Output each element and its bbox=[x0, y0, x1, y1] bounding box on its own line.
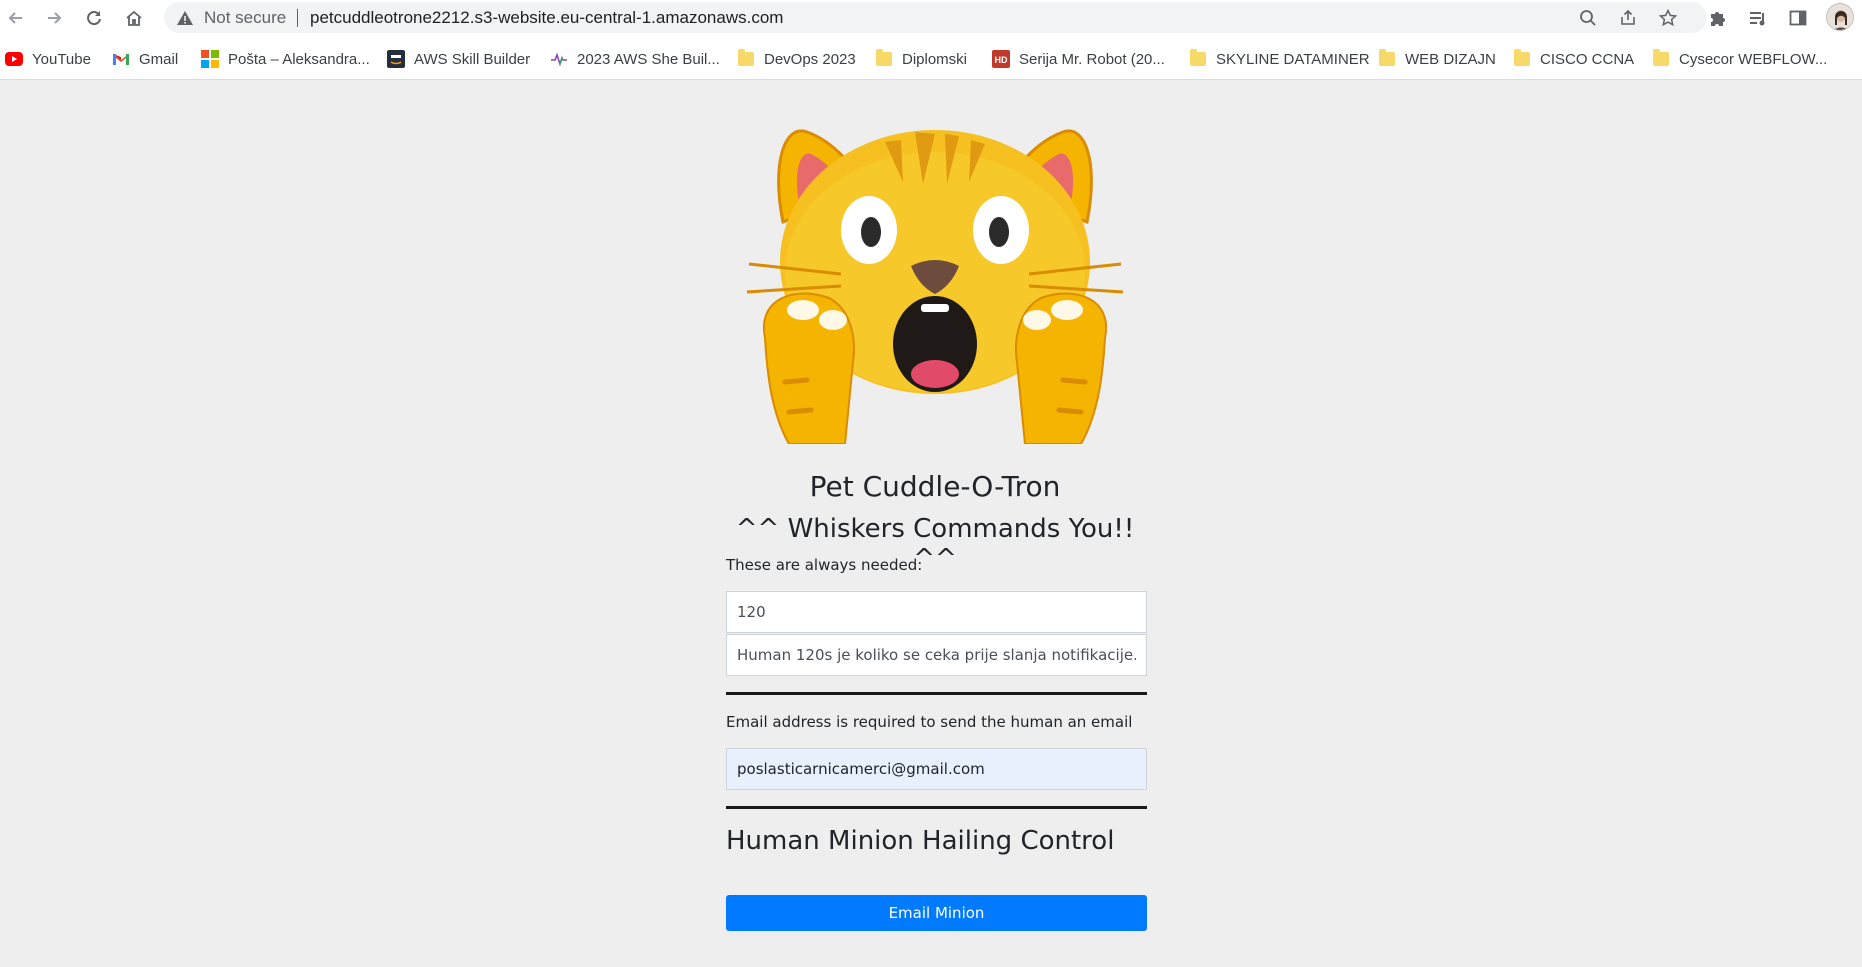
always-needed-label: These are always needed: bbox=[726, 556, 923, 574]
gmail-icon bbox=[112, 50, 130, 68]
divider bbox=[726, 692, 1147, 695]
puzzle-icon bbox=[1711, 12, 1725, 26]
bookmarks-bar: YouTube Gmail Pošta – Aleksandra... AWS … bbox=[0, 36, 1862, 80]
folder-icon bbox=[1513, 49, 1531, 68]
email-required-label: Email address is required to send the hu… bbox=[726, 713, 1133, 731]
bookmark-aws-skill-builder[interactable]: AWS Skill Builder bbox=[387, 48, 530, 70]
bookmark-skyline-dataminer[interactable]: SKYLINE DATAMINER bbox=[1189, 48, 1370, 70]
address-bar[interactable]: Not secure petcuddleotrone2212.s3-websit… bbox=[164, 2, 1707, 33]
divider bbox=[726, 806, 1147, 809]
message-input[interactable] bbox=[726, 634, 1147, 676]
side-panel-button[interactable] bbox=[1786, 6, 1810, 30]
media-control-button[interactable] bbox=[1746, 6, 1770, 30]
youtube-icon bbox=[5, 50, 23, 68]
email-input[interactable] bbox=[726, 748, 1147, 790]
bookmark-diplomski[interactable]: Diplomski bbox=[875, 48, 967, 70]
forward-button[interactable] bbox=[42, 6, 66, 30]
side-panel-icon bbox=[1789, 10, 1807, 26]
folder-icon bbox=[1652, 49, 1670, 68]
bookmark-aws-she-builds[interactable]: 2023 AWS She Buil... bbox=[550, 48, 720, 70]
screaming-cat-emoji-icon bbox=[746, 129, 1124, 444]
bookmark-star-button[interactable] bbox=[1657, 7, 1679, 29]
share-icon bbox=[1621, 9, 1635, 25]
bookmark-label: SKYLINE DATAMINER bbox=[1216, 50, 1370, 68]
zoom-button[interactable] bbox=[1577, 7, 1599, 29]
microsoft-icon bbox=[201, 50, 219, 68]
bookmark-label: Pošta – Aleksandra... bbox=[228, 50, 370, 68]
divider bbox=[297, 9, 298, 27]
folder-icon bbox=[875, 49, 893, 68]
bookmark-label: WEB DIZAJN bbox=[1405, 50, 1496, 68]
bookmark-label: Gmail bbox=[139, 50, 179, 68]
bookmark-label: YouTube bbox=[32, 50, 91, 68]
extensions-button[interactable] bbox=[1706, 6, 1730, 30]
playlist-icon bbox=[1750, 12, 1765, 26]
aws-icon bbox=[387, 50, 405, 68]
bookmark-youtube[interactable]: YouTube bbox=[5, 48, 91, 70]
control-heading: Human Minion Hailing Control bbox=[726, 826, 1115, 856]
zoom-icon bbox=[1580, 10, 1596, 26]
bookmark-label: Diplomski bbox=[902, 50, 968, 68]
reload-icon bbox=[87, 11, 101, 26]
email-minion-button[interactable]: Email Minion bbox=[726, 895, 1147, 931]
folder-icon bbox=[737, 49, 755, 68]
bookmark-label: Cysecor WEBFLOW... bbox=[1679, 50, 1828, 68]
bookmark-mr-robot[interactable]: HD Serija Mr. Robot (20... bbox=[992, 48, 1165, 70]
reload-button[interactable] bbox=[82, 6, 106, 30]
pulse-icon bbox=[550, 50, 568, 68]
folder-icon bbox=[1189, 49, 1207, 68]
bookmark-label: Serija Mr. Robot (20... bbox=[1019, 50, 1165, 68]
profile-icon bbox=[1833, 10, 1849, 30]
bookmark-posta[interactable]: Pošta – Aleksandra... bbox=[201, 48, 370, 70]
warning-icon bbox=[177, 11, 193, 25]
browser-toolbar: Not secure petcuddleotrone2212.s3-websit… bbox=[0, 0, 1862, 36]
arrow-left-icon bbox=[8, 12, 22, 24]
url-text[interactable]: petcuddleotrone2212.s3-website.eu-centra… bbox=[310, 8, 783, 28]
bookmark-cisco-ccna[interactable]: CISCO CCNA bbox=[1513, 48, 1634, 70]
folder-icon bbox=[1378, 49, 1396, 68]
bookmark-label: CISCO CCNA bbox=[1540, 50, 1635, 68]
wait-seconds-input[interactable] bbox=[726, 591, 1147, 633]
security-status[interactable]: Not secure bbox=[204, 8, 286, 28]
bookmark-label: 2023 AWS She Buil... bbox=[577, 50, 720, 68]
bookmark-gmail[interactable]: Gmail bbox=[112, 48, 178, 70]
home-icon bbox=[126, 10, 142, 26]
bookmark-cysecor-webflow[interactable]: Cysecor WEBFLOW... bbox=[1652, 48, 1827, 70]
bookmark-label: DevOps 2023 bbox=[764, 50, 856, 68]
arrow-right-icon bbox=[48, 12, 62, 24]
bookmark-label: AWS Skill Builder bbox=[414, 50, 531, 68]
star-icon bbox=[1659, 9, 1677, 27]
svg-text:HD: HD bbox=[995, 55, 1008, 65]
hd-icon: HD bbox=[992, 50, 1010, 68]
share-button[interactable] bbox=[1617, 7, 1639, 29]
page-title: Pet Cuddle-O-Tron bbox=[809, 470, 1061, 503]
home-button[interactable] bbox=[122, 6, 146, 30]
back-button[interactable] bbox=[4, 6, 28, 30]
profile-avatar[interactable] bbox=[1826, 3, 1854, 31]
bookmark-web-dizajn[interactable]: WEB DIZAJN bbox=[1378, 48, 1496, 70]
bookmark-devops-2023[interactable]: DevOps 2023 bbox=[737, 48, 856, 70]
